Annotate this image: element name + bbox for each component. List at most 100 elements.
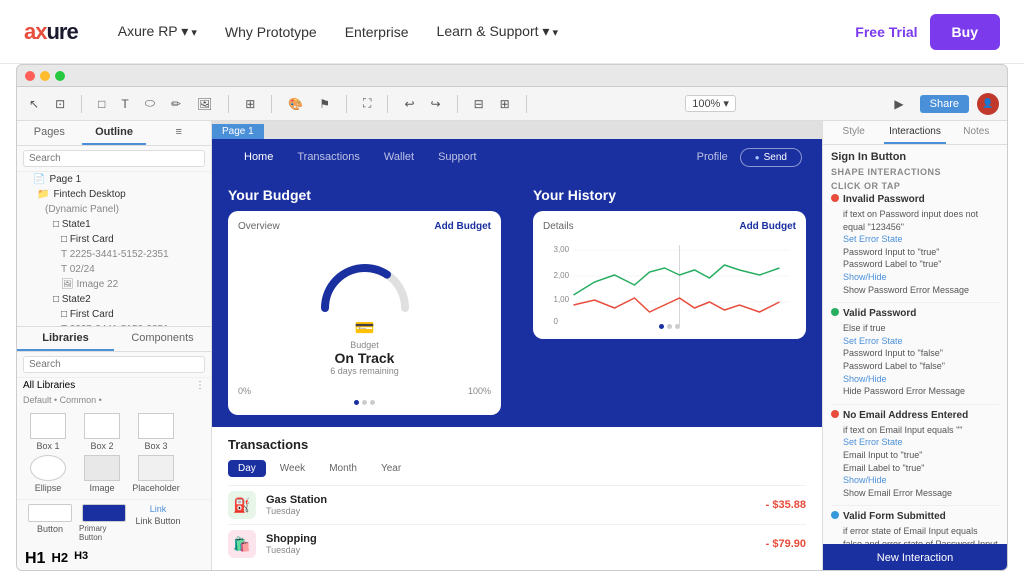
transaction-item-2: 🛍️ Shopping Tuesday - $79.90 [228,524,806,563]
comp-box3[interactable]: Box 3 [131,413,181,451]
toolbar-sep-6 [457,95,458,113]
comp-image[interactable]: Image [77,455,127,493]
components-tab[interactable]: Components [114,327,211,351]
new-interaction-button[interactable]: New Interaction [823,544,1007,571]
zoom-fit-icon[interactable]: ⛶ [359,94,375,113]
svg-text:3,00: 3,00 [554,245,570,254]
comp-ellipse[interactable]: Ellipse [23,455,73,493]
search-input[interactable] [23,150,205,167]
comp-box1[interactable]: Box 1 [23,413,73,451]
rp-notes-tab[interactable]: Notes [946,121,1007,144]
nav-home[interactable]: Home [232,147,285,167]
tree-first-card-1[interactable]: □ First Card [17,232,211,247]
toolbar: ↖ ⊡ □ T ⬭ ✏ 🖼 ⊞ 🎨 ⚑ ⛶ ↩ ↪ ⊟ ⊞ 100% ▾ ▶ S… [17,87,1007,121]
close-dot[interactable] [25,71,35,81]
tree-card-number-1[interactable]: T 2225-3441-5152-2351 [17,247,211,262]
nav-profile[interactable]: Profile [685,147,740,167]
tab-week[interactable]: Week [270,460,315,477]
add-budget-button-2[interactable]: Add Budget [739,221,796,232]
toolbar-sep-1 [81,95,82,113]
nav-learn-support[interactable]: Learn & Support ▾ [437,23,558,40]
nav-axure-rp[interactable]: Axure RP ▾ [118,23,197,40]
h2-shape[interactable]: H2 [51,550,68,568]
nav-enterprise[interactable]: Enterprise [345,24,409,40]
tree-image-1[interactable]: 🖼 Image 22 [17,277,211,292]
page-tab[interactable]: Page 1 [212,124,264,139]
nav-support[interactable]: Support [426,147,489,167]
add-budget-button[interactable]: Add Budget [434,221,491,232]
lib-search [17,352,211,378]
comp-primary-button[interactable]: Primary Button [79,504,129,542]
undo-icon[interactable]: ↩ [400,95,418,113]
filter-icon[interactable]: ≡ [146,121,211,145]
int-body-invalid: if text on Password input does not equal… [831,208,999,233]
rp-style-tab[interactable]: Style [823,121,884,144]
play-icon[interactable]: ▶ [890,95,907,113]
text-icon[interactable]: T [117,95,132,113]
free-trial-button[interactable]: Free Trial [855,24,917,40]
nav-why-prototype[interactable]: Why Prototype [225,24,317,40]
select-tool-icon[interactable]: ↖ [25,95,43,113]
rp-interactions-tab[interactable]: Interactions [884,121,945,144]
comp-link-button[interactable]: Link Link Button [133,504,183,542]
shape-icon[interactable]: ⬭ [141,94,159,113]
h1-shape[interactable]: H1 [25,550,45,568]
tab-month[interactable]: Month [319,460,367,477]
h3-shape[interactable]: H3 [74,550,88,568]
dot-1[interactable] [354,400,359,405]
maximize-dot[interactable] [55,71,65,81]
align-icon[interactable]: ⊟ [470,95,488,113]
trans-date-shopping: Tuesday [266,545,756,555]
transactions-title: Transactions [228,437,806,452]
budget-label: Budget [350,340,379,350]
element-label: Sign In Button [831,151,999,163]
tool2-icon[interactable]: ⊡ [51,95,69,113]
int-title-text-4: Valid Form Submitted [843,510,946,523]
comp-button[interactable]: Button [25,504,75,542]
pen-icon[interactable]: ✏ [167,95,185,113]
gauge-labels: 0% 100% [238,386,491,396]
dot-2[interactable] [362,400,367,405]
tab-day[interactable]: Day [228,460,266,477]
lib-search-input[interactable] [23,356,205,373]
tab-year[interactable]: Year [371,460,411,477]
redo-icon[interactable]: ↪ [427,95,445,113]
tree-page1[interactable]: 📄 Page 1 [17,172,211,187]
tree-dynamic-panel[interactable]: (Dynamic Panel) [17,202,211,217]
nav-wallet[interactable]: Wallet [372,147,426,167]
tree-date-1[interactable]: T 02/24 [17,262,211,277]
send-button[interactable]: Send [740,148,802,167]
libraries-tab[interactable]: Libraries [17,327,114,351]
rectangle-icon[interactable]: □ [94,95,109,113]
transaction-tabs: Day Week Month Year [228,460,806,477]
outline-tab[interactable]: Outline [82,121,147,145]
tree-state2[interactable]: □ State2 [17,292,211,307]
components-grid: Box 1 Box 2 Box 3 Ellipse [17,407,211,499]
buy-button[interactable]: Buy [930,14,1000,50]
minimize-dot[interactable] [40,71,50,81]
comp-box2[interactable]: Box 2 [77,413,127,451]
window-titlebar [17,65,1007,87]
lib-panel-tabs: Libraries Components [17,327,211,352]
flag-icon[interactable]: ⚑ [315,95,334,113]
history-card-header: Details Add Budget [543,221,796,232]
int-body-valid: Else if true [831,322,999,335]
divider-1 [831,302,999,303]
distribute-icon[interactable]: ⊞ [496,95,514,113]
tree-fintech[interactable]: 📁 Fintech Desktop [17,187,211,202]
fit-icon[interactable]: ⊞ [241,95,259,113]
fintech-nav: Home Transactions Wallet Support Profile… [212,139,822,175]
tree-state1[interactable]: □ State1 [17,217,211,232]
tree-first-card-2[interactable]: □ First Card [17,307,211,322]
dot-3[interactable] [370,400,375,405]
user-avatar[interactable]: 👤 [977,93,999,115]
nav-actions: Free Trial Buy [855,14,1000,50]
lib-options-icon[interactable]: ⋮ [195,380,205,391]
paint-icon[interactable]: 🎨 [284,95,307,113]
comp-placeholder[interactable]: Placeholder [131,455,181,493]
nav-transactions[interactable]: Transactions [285,147,372,167]
share-button[interactable]: Share [920,95,969,113]
image-icon[interactable]: 🖼 [193,95,216,113]
pages-tab[interactable]: Pages [17,121,82,145]
zoom-control[interactable]: 100% ▾ [685,95,736,112]
